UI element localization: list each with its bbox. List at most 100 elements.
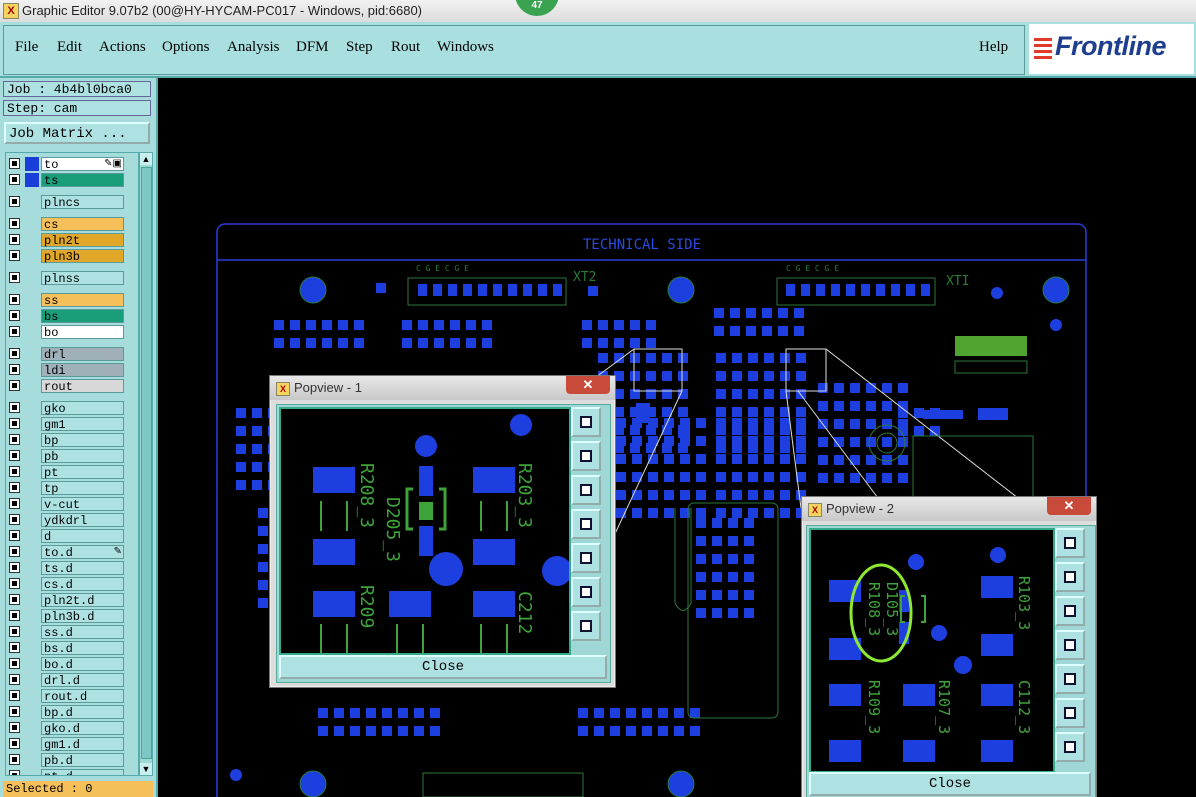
scroll-thumb[interactable] bbox=[141, 167, 152, 759]
layer-row[interactable]: cs.d bbox=[6, 577, 138, 592]
layer-name[interactable]: pln2t bbox=[41, 233, 124, 248]
layer-checkbox[interactable] bbox=[9, 294, 20, 305]
layer-row[interactable]: gm1 bbox=[6, 417, 138, 432]
layer-checkbox[interactable] bbox=[9, 234, 20, 245]
layer-checkbox[interactable] bbox=[9, 738, 20, 749]
menu-options[interactable]: Options bbox=[162, 39, 210, 56]
layer-name[interactable]: pb.d bbox=[41, 753, 124, 768]
layer-checkbox[interactable] bbox=[9, 434, 20, 445]
popview-1-close-icon[interactable]: ✕ bbox=[566, 376, 610, 394]
pan-up-icon[interactable] bbox=[571, 441, 601, 471]
layer-checkbox[interactable] bbox=[9, 530, 20, 541]
layer-color-swatch[interactable] bbox=[25, 157, 39, 171]
layer-row[interactable]: plnss bbox=[6, 271, 138, 286]
layer-name[interactable]: gm1.d bbox=[41, 737, 124, 752]
layer-name[interactable]: pln2t.d bbox=[41, 593, 124, 608]
layer-checkbox[interactable] bbox=[9, 250, 20, 261]
menu-help[interactable]: Help bbox=[979, 39, 1008, 56]
layer-name[interactable]: bo.d bbox=[41, 657, 124, 672]
notification-badge[interactable]: 47 bbox=[515, 0, 559, 16]
menu-file[interactable]: File bbox=[15, 39, 38, 56]
layer-name[interactable]: pb bbox=[41, 449, 124, 464]
zoom-fit-icon[interactable] bbox=[1055, 528, 1085, 558]
job-matrix-button[interactable]: Job Matrix ... bbox=[4, 122, 150, 144]
layer-name[interactable]: to.d bbox=[41, 545, 124, 560]
layer-name[interactable]: bp.d bbox=[41, 705, 124, 720]
pan-up-icon[interactable] bbox=[1055, 562, 1085, 592]
layer-row[interactable]: pln2t bbox=[6, 233, 138, 248]
scroll-up-icon[interactable]: ▲ bbox=[140, 153, 152, 165]
layer-row[interactable]: pt.d bbox=[6, 769, 138, 775]
layer-name[interactable]: pln3b bbox=[41, 249, 124, 264]
layer-row[interactable]: drl.d bbox=[6, 673, 138, 688]
layer-name[interactable]: ss.d bbox=[41, 625, 124, 640]
popview-1-window[interactable]: X Popview - 1 ✕ R208_3 D205_3 R203_3 R20… bbox=[269, 375, 616, 688]
layer-checkbox[interactable] bbox=[9, 514, 20, 525]
layer-checkbox[interactable] bbox=[9, 498, 20, 509]
layer-name[interactable]: gm1 bbox=[41, 417, 124, 432]
layer-checkbox[interactable] bbox=[9, 310, 20, 321]
layer-row[interactable]: pln3b.d bbox=[6, 609, 138, 624]
layer-checkbox[interactable] bbox=[9, 418, 20, 429]
layer-name[interactable]: pln3b.d bbox=[41, 609, 124, 624]
layer-checkbox[interactable] bbox=[9, 364, 20, 375]
layer-name[interactable]: ts.d bbox=[41, 561, 124, 576]
menu-step[interactable]: Step bbox=[346, 39, 373, 56]
layer-name[interactable]: v-cut bbox=[41, 497, 124, 512]
layer-row[interactable]: bo bbox=[6, 325, 138, 340]
popview-1-titlebar[interactable]: X Popview - 1 bbox=[270, 376, 615, 400]
layer-name[interactable]: pt.d bbox=[41, 769, 124, 775]
menu-dfm[interactable]: DFM bbox=[296, 39, 329, 56]
layer-row[interactable]: ldi bbox=[6, 363, 138, 378]
layer-checkbox[interactable] bbox=[9, 380, 20, 391]
layer-row[interactable]: tp bbox=[6, 481, 138, 496]
zoom-in-icon[interactable] bbox=[571, 577, 601, 607]
layer-row[interactable]: ts bbox=[6, 173, 138, 188]
layer-name[interactable]: cs.d bbox=[41, 577, 124, 592]
menu-rout[interactable]: Rout bbox=[391, 39, 420, 56]
layer-name[interactable]: rout.d bbox=[41, 689, 124, 704]
layer-scrollbar[interactable]: ▲ ▼ bbox=[139, 152, 153, 776]
layer-name[interactable]: cs bbox=[41, 217, 124, 232]
layer-row[interactable]: rout.d bbox=[6, 689, 138, 704]
layer-row[interactable]: plncs bbox=[6, 195, 138, 210]
layer-name[interactable]: ldi bbox=[41, 363, 124, 378]
pan-right-icon[interactable] bbox=[1055, 664, 1085, 694]
menu-analysis[interactable]: Analysis bbox=[227, 39, 280, 56]
layer-checkbox[interactable] bbox=[9, 450, 20, 461]
layer-checkbox[interactable] bbox=[9, 196, 20, 207]
popview-1-canvas[interactable]: R208_3 D205_3 R203_3 R209 C212 bbox=[279, 407, 572, 655]
layer-checkbox[interactable] bbox=[9, 706, 20, 717]
pan-right-icon[interactable] bbox=[571, 543, 601, 573]
layer-checkbox[interactable] bbox=[9, 348, 20, 359]
layer-row[interactable]: ydkdrl bbox=[6, 513, 138, 528]
layer-row[interactable]: to.d ✎ bbox=[6, 545, 138, 560]
layer-name[interactable]: tp bbox=[41, 481, 124, 496]
graphic-canvas[interactable]: TECHNICAL SIDE XT2 XTI C G E C G E C G E… bbox=[158, 78, 1196, 797]
layer-row[interactable]: pt bbox=[6, 465, 138, 480]
layer-row[interactable]: pln2t.d bbox=[6, 593, 138, 608]
layer-row[interactable]: drl bbox=[6, 347, 138, 362]
layer-row[interactable]: d bbox=[6, 529, 138, 544]
zoom-out-icon[interactable] bbox=[571, 611, 601, 641]
zoom-out-icon[interactable] bbox=[1055, 732, 1085, 762]
layer-row[interactable]: ss bbox=[6, 293, 138, 308]
layer-name[interactable]: bs.d bbox=[41, 641, 124, 656]
layer-name[interactable]: plncs bbox=[41, 195, 124, 210]
pan-down-icon[interactable] bbox=[571, 475, 601, 505]
zoom-fit-icon[interactable] bbox=[571, 407, 601, 437]
layer-row[interactable]: gko.d bbox=[6, 721, 138, 736]
pan-left-icon[interactable] bbox=[571, 509, 601, 539]
menu-actions[interactable]: Actions bbox=[99, 39, 146, 56]
layer-checkbox[interactable] bbox=[9, 626, 20, 637]
layer-checkbox[interactable] bbox=[9, 218, 20, 229]
layer-row[interactable]: to ✎▣ bbox=[6, 157, 138, 172]
layer-checkbox[interactable] bbox=[9, 326, 20, 337]
pan-down-icon[interactable] bbox=[1055, 596, 1085, 626]
layer-checkbox[interactable] bbox=[9, 546, 20, 557]
popview-2-close-button[interactable]: Close bbox=[809, 772, 1091, 796]
layer-checkbox[interactable] bbox=[9, 482, 20, 493]
layer-checkbox[interactable] bbox=[9, 642, 20, 653]
scroll-down-icon[interactable]: ▼ bbox=[140, 763, 152, 775]
layer-color-swatch[interactable] bbox=[25, 173, 39, 187]
